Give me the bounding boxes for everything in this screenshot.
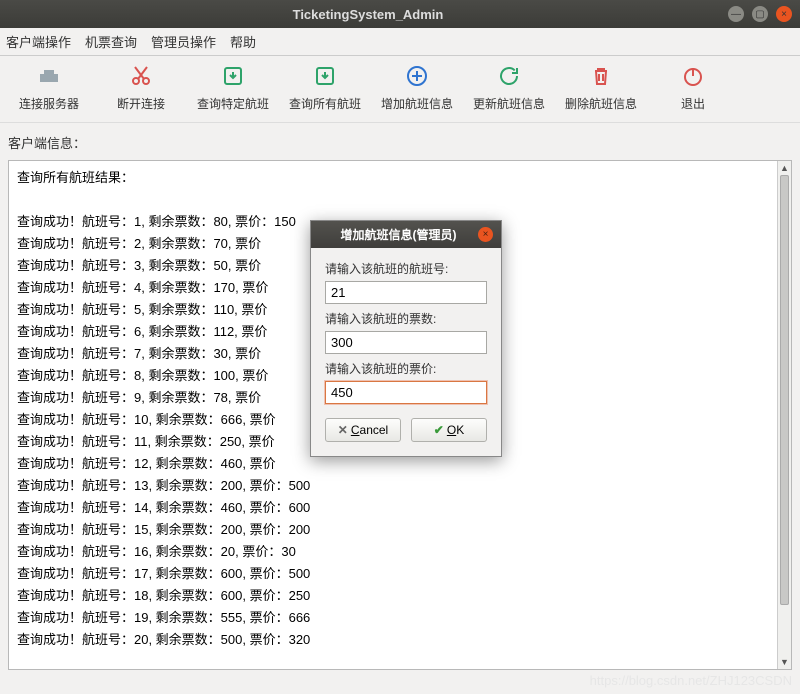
menu-admin[interactable]: 管理员操作 [151, 32, 216, 51]
query-specific-flight-button[interactable]: 查询特定航班 [188, 62, 278, 114]
label-tickets: 请输入该航班的票数: [325, 310, 487, 327]
toolbar-label: 查询特定航班 [197, 95, 269, 112]
toolbar-label: 连接服务器 [19, 95, 79, 112]
menubar: 客户端操作 机票查询 管理员操作 帮助 [0, 28, 800, 56]
cut-icon [129, 64, 153, 95]
watermark: https://blog.csdn.net/ZHJ123CSDN [590, 673, 792, 688]
check-icon: ✔ [434, 423, 444, 437]
section-label: 客户端信息： [8, 133, 792, 152]
minimize-icon[interactable]: — [728, 6, 744, 22]
download-box-icon [313, 64, 337, 95]
window-title: TicketingSystem_Admin [8, 7, 728, 22]
cancel-button[interactable]: ✕ Cancel [325, 418, 401, 442]
cancel-x-icon: ✕ [338, 423, 348, 437]
toolbar-label: 增加航班信息 [381, 95, 453, 112]
close-icon[interactable]: × [776, 6, 792, 22]
menu-help[interactable]: 帮助 [230, 32, 256, 51]
update-flight-button[interactable]: 更新航班信息 [464, 62, 554, 114]
toolbar-label: 断开连接 [117, 95, 165, 112]
toolbar-label: 查询所有航班 [289, 95, 361, 112]
toolbar-label: 删除航班信息 [565, 95, 637, 112]
exit-button[interactable]: 退出 [648, 62, 738, 114]
disconnect-button[interactable]: 断开连接 [96, 62, 186, 114]
connect-server-button[interactable]: 连接服务器 [4, 62, 94, 114]
server-icon [37, 64, 61, 95]
query-all-flights-button[interactable]: 查询所有航班 [280, 62, 370, 114]
menu-ticket-query[interactable]: 机票查询 [85, 32, 137, 51]
menu-client[interactable]: 客户端操作 [6, 32, 71, 51]
delete-flight-button[interactable]: 删除航班信息 [556, 62, 646, 114]
label-price: 请输入该航班的票价: [325, 360, 487, 377]
add-flight-dialog: 增加航班信息(管理员) × 请输入该航班的航班号: 请输入该航班的票数: 请输入… [310, 220, 502, 457]
add-flight-button[interactable]: 增加航班信息 [372, 62, 462, 114]
download-box-icon [221, 64, 245, 95]
plus-circle-icon [405, 64, 429, 95]
dialog-title: 增加航班信息(管理员) [319, 226, 478, 243]
toolbar: 连接服务器 断开连接 查询特定航班 查询所有航班 增加航班信息 更新航班信息 删除航班信息 退… [0, 56, 800, 123]
price-field[interactable] [325, 381, 487, 404]
scroll-down-icon[interactable]: ▼ [778, 655, 791, 669]
toolbar-label: 更新航班信息 [473, 95, 545, 112]
dialog-close-icon[interactable]: × [478, 227, 493, 242]
power-icon [681, 64, 705, 95]
dialog-titlebar: 增加航班信息(管理员) × [311, 221, 501, 248]
label-flight-no: 请输入该航班的航班号: [325, 260, 487, 277]
scroll-thumb[interactable] [780, 175, 789, 605]
maximize-icon[interactable]: ▢ [752, 6, 768, 22]
tickets-field[interactable] [325, 331, 487, 354]
scroll-up-icon[interactable]: ▲ [778, 161, 791, 175]
window-titlebar: TicketingSystem_Admin — ▢ × [0, 0, 800, 28]
ok-button[interactable]: ✔ OK [411, 418, 487, 442]
trash-icon [589, 64, 613, 95]
scrollbar[interactable]: ▲ ▼ [777, 161, 791, 669]
refresh-icon [497, 64, 521, 95]
flight-no-field[interactable] [325, 281, 487, 304]
toolbar-label: 退出 [681, 95, 705, 112]
